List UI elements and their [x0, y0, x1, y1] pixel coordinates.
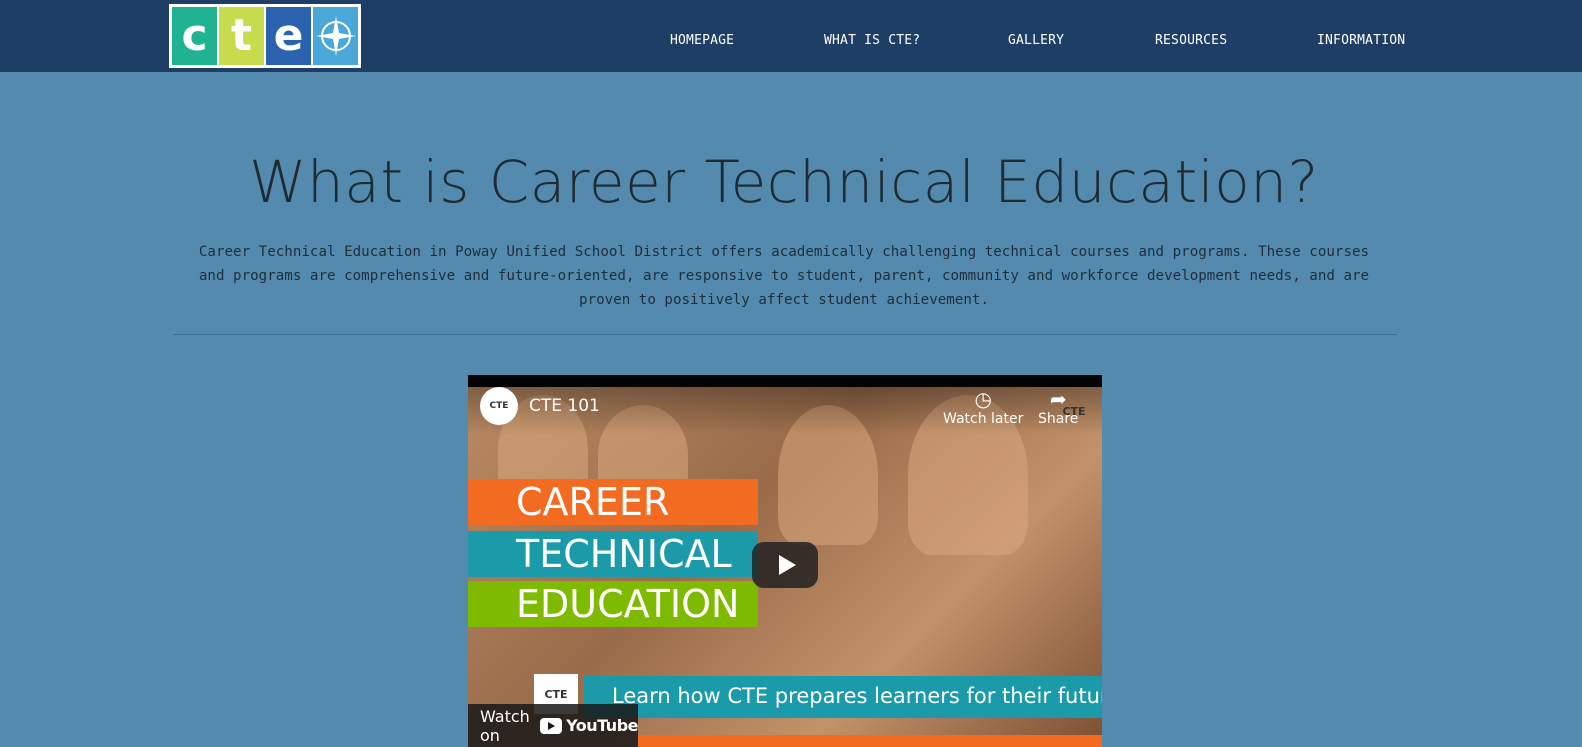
thumbnail-band-education: EDUCATION — [468, 581, 758, 627]
main-nav: HOMEPAGE WHAT IS CTE? GALLERY RESOURCES … — [0, 0, 1582, 72]
channel-avatar[interactable]: CTE — [480, 387, 518, 425]
clock-icon: ◷ — [974, 387, 992, 411]
youtube-play-icon — [540, 717, 563, 734]
page-description: Career Technical Education in Poway Unif… — [198, 244, 1370, 308]
video-title[interactable]: CTE 101 — [529, 396, 600, 416]
nav-homepage[interactable]: HOMEPAGE — [670, 33, 734, 48]
nav-what-is-cte[interactable]: WHAT IS CTE? — [824, 33, 920, 48]
youtube-wordmark: YouTube — [566, 716, 638, 735]
section-divider — [173, 334, 1397, 335]
page-title: What is Career Technical Education? — [249, 148, 1319, 216]
video-embed[interactable]: CAREER TECHNICAL EDUCATION CTE CTE 101 ◷… — [468, 375, 1102, 747]
play-icon — [778, 555, 796, 575]
thumbnail-band-career: CAREER — [468, 479, 758, 525]
nav-gallery[interactable]: GALLERY — [1008, 33, 1064, 48]
nav-resources[interactable]: RESOURCES — [1155, 33, 1227, 48]
nav-information[interactable]: INFORMATION — [1317, 33, 1405, 48]
watch-later-label: Watch later — [943, 411, 1024, 427]
watch-later-button[interactable]: ◷ Watch later — [943, 387, 1023, 427]
play-button[interactable] — [752, 542, 818, 588]
thumbnail-caption: Learn how CTE prepares learners for thei… — [584, 676, 1102, 718]
thumbnail-band-technical: TECHNICAL — [468, 531, 758, 577]
watch-on-youtube-button[interactable]: Watch on YouTube — [468, 704, 638, 747]
site-header: c t e HOMEPAGE WHAT IS CTE? GALLERY RESO… — [0, 0, 1582, 72]
watch-on-label: Watch on — [480, 706, 530, 745]
thumbnail-orange-strip — [638, 735, 1102, 747]
youtube-logo: YouTube — [540, 716, 638, 735]
cte-corner-logo: CTE — [1062, 405, 1086, 418]
